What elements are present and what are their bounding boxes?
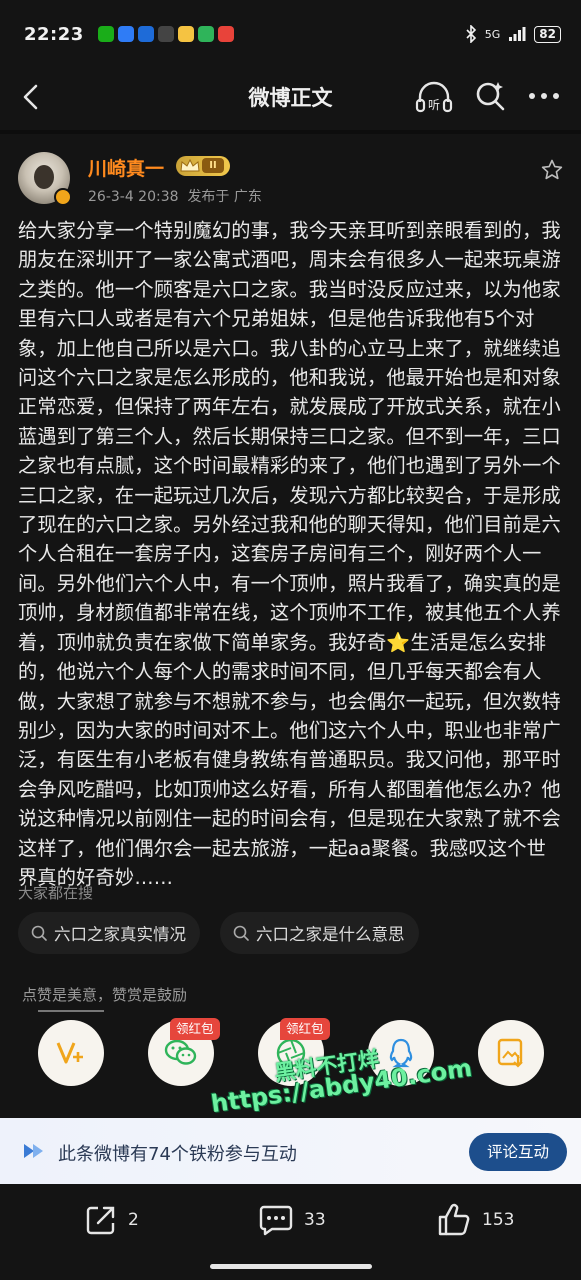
search-icon — [31, 925, 47, 941]
fan-arrow-icon — [24, 1144, 43, 1158]
author-header: 川崎真一 II 26-3-4 20:38 发布于 广东 — [18, 152, 568, 212]
search-chip[interactable]: 六口之家是什么意思 — [220, 912, 419, 954]
vip-level: II — [202, 158, 224, 173]
watermark-line2: https://abdy40.com — [209, 1053, 474, 1119]
status-app-icons — [97, 26, 234, 42]
repost-count: 2 — [128, 1210, 139, 1230]
reward-button[interactable] — [38, 1020, 104, 1086]
thumbs-up-icon — [438, 1203, 470, 1236]
verified-badge-icon — [54, 188, 72, 206]
post-meta: 26-3-4 20:38 发布于 广东 — [88, 186, 262, 206]
nav-bar: 微博正文 听 — [0, 68, 581, 126]
signal-icon — [509, 27, 526, 41]
hot-search-title: 大家都在搜 — [18, 884, 94, 902]
like-count: 153 — [482, 1210, 515, 1230]
vip-crown-badge-icon[interactable]: II — [176, 156, 230, 176]
cloud-app-icon — [117, 26, 134, 42]
alipay-app-icon — [137, 26, 154, 42]
battery-icon: 82 — [534, 25, 561, 43]
comment-count: 33 — [304, 1210, 326, 1230]
bottom-action-bar: 2 33 153 — [0, 1184, 581, 1280]
headphones-listen-icon[interactable]: 听 — [414, 78, 454, 116]
like-button[interactable]: 153 — [436, 1202, 514, 1238]
bluetooth-icon — [466, 25, 476, 43]
author-name[interactable]: 川崎真一 — [88, 154, 164, 181]
post-location: 发布于 广东 — [187, 189, 262, 205]
moments-aperture-icon — [276, 1038, 306, 1068]
search-icon[interactable] — [472, 78, 508, 114]
vplus-reward-icon — [56, 1042, 83, 1064]
fan-interaction-bar: 此条微博有74个铁粉参与互动 评论互动 — [0, 1118, 581, 1184]
more-options-icon[interactable] — [524, 78, 564, 114]
repost-icon — [86, 1206, 115, 1235]
avatar-face — [34, 165, 54, 189]
reward-tip: 点赞是美意，赞赏是鼓励 — [22, 986, 188, 1004]
home-indicator — [210, 1264, 372, 1269]
qq-penguin-icon — [389, 1038, 413, 1068]
search-chip-label: 六口之家是什么意思 — [256, 925, 405, 944]
status-indicators: 5G 82 — [465, 25, 561, 43]
status-bar: 22:23 5G 82 — [0, 0, 581, 68]
share-qq-button[interactable] — [368, 1020, 434, 1086]
photo-app-icon — [177, 26, 194, 42]
avatar[interactable] — [18, 152, 72, 206]
fan-bar-text: 此条微博有74个铁粉参与互动 — [58, 1144, 297, 1165]
watermark: 黑料不打烊 https://abdy40.com — [208, 1047, 478, 1120]
save-image-button[interactable] — [478, 1020, 544, 1086]
search-chip-label: 六口之家真实情况 — [54, 925, 186, 944]
listen-label: 听 — [428, 98, 440, 112]
divider — [0, 130, 581, 134]
search-chip[interactable]: 六口之家真实情况 — [18, 912, 200, 954]
game-app-icon — [157, 26, 174, 42]
red-packet-tag[interactable]: 领红包 — [280, 1018, 330, 1040]
wechat-icon — [164, 1039, 197, 1065]
search-icon — [233, 925, 249, 941]
wechat-app-icon — [97, 26, 114, 42]
comment-button[interactable]: 33 — [258, 1202, 326, 1238]
star-favorite-icon[interactable] — [540, 158, 564, 182]
network-label: 5G — [484, 27, 501, 41]
image-download-icon — [497, 1038, 523, 1068]
shield-app-icon — [197, 26, 214, 42]
comment-bubble-icon — [259, 1205, 293, 1236]
tip-pointer-line — [38, 1010, 104, 1012]
repost-button[interactable]: 2 — [84, 1202, 139, 1238]
post-text: 给大家分享一个特别魔幻的事，我今天亲耳听到亲眼看到的，我朋友在深圳开了一家公寓式… — [18, 219, 561, 889]
post-date: 26-3-4 20:38 — [88, 189, 179, 205]
comment-interact-button[interactable]: 评论互动 — [469, 1133, 567, 1171]
status-time: 22:23 — [24, 23, 84, 45]
news-app-icon — [217, 26, 234, 42]
crown-icon — [180, 158, 200, 172]
red-packet-tag[interactable]: 领红包 — [170, 1018, 220, 1040]
